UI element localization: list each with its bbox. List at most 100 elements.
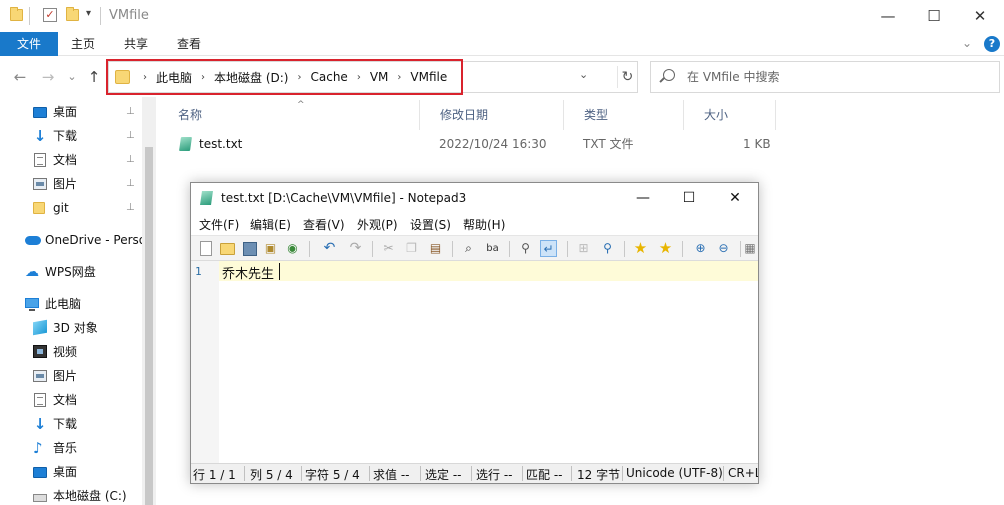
notepad-title: test.txt [D:\Cache\VM\VMfile] - Notepad3 [221, 191, 467, 205]
navigation-bar: ← → ⌄ ↑ › 此电脑 › 本地磁盘 (D:) › Cache › VM ›… [0, 57, 1004, 97]
sidebar-item-desktop[interactable]: 桌面 ⊥ [33, 101, 142, 123]
copy-icon[interactable]: ❐ [403, 240, 420, 257]
sidebar-item-documents[interactable]: 文档 ⊥ [33, 149, 142, 171]
menu-edit[interactable]: 编辑(E) [250, 216, 291, 233]
sidebar-item-music[interactable]: ♪ 音乐 [33, 437, 142, 459]
sidebar-item-3d-objects[interactable]: 3D 对象 [33, 317, 142, 339]
sidebar-item-label: WPS网盘 [45, 265, 96, 279]
reload-icon[interactable]: ◉ [284, 240, 301, 257]
notepad-title-bar[interactable]: test.txt [D:\Cache\VM\VMfile] - Notepad3… [191, 183, 758, 213]
find-icon[interactable]: ⌕ [460, 240, 477, 257]
column-header-modified[interactable]: 修改日期 [420, 100, 564, 130]
favorites-icon[interactable]: ★ [632, 240, 649, 257]
status-separator [369, 466, 370, 481]
status-separator [301, 466, 302, 481]
help-icon[interactable]: ? [984, 36, 1000, 52]
sidebar-item-drive-c[interactable]: 本地磁盘 (C:) [33, 485, 142, 505]
forward-button[interactable]: → [38, 67, 58, 87]
window-title: VMfile [109, 8, 149, 23]
redo-icon[interactable]: ↷ [347, 240, 364, 257]
sidebar-scrollbar[interactable] [142, 97, 156, 505]
search-box[interactable] [650, 61, 1000, 93]
status-line-ending[interactable]: CR+LF [728, 466, 758, 480]
maximize-button[interactable]: ☐ [911, 0, 957, 32]
sort-ascending-icon: ^ [297, 100, 305, 110]
open-file-icon[interactable] [220, 243, 235, 255]
replace-icon[interactable]: ba [484, 240, 501, 257]
editor-text-line[interactable]: 乔木先生 [222, 263, 274, 282]
sidebar-item-pc-downloads[interactable]: ↓ 下载 [33, 413, 142, 435]
quick-access-dropdown-icon[interactable]: ▾ [86, 8, 91, 24]
status-selected-lines: 选行 -- [476, 468, 513, 482]
schema-icon[interactable]: ▦ [744, 240, 756, 257]
search-input[interactable] [687, 68, 987, 86]
sidebar-item-label: 桌面 [53, 465, 78, 479]
minimize-button[interactable]: — [865, 0, 911, 32]
paste-icon[interactable]: ▤ [427, 240, 444, 257]
sidebar-item-label: git [53, 201, 69, 215]
column-header-size[interactable]: 大小 [684, 100, 776, 130]
file-size: 1 KB [743, 137, 771, 151]
status-encoding[interactable]: Unicode (UTF-8) [626, 466, 723, 480]
column-headers: 名称 修改日期 类型 大小 [158, 100, 788, 130]
sidebar-item-pc-desktop[interactable]: 桌面 [33, 461, 142, 483]
sidebar-item-this-pc[interactable]: 此电脑 [25, 293, 142, 315]
close-button[interactable]: ✕ [957, 0, 1003, 32]
picture-icon [33, 178, 47, 190]
notepad-maximize-button[interactable]: ☐ [666, 183, 712, 213]
sidebar-item-pictures[interactable]: 图片 ⊥ [33, 173, 142, 195]
up-button[interactable]: ↑ [84, 67, 104, 87]
file-type: TXT 文件 [583, 137, 634, 151]
notepad-close-button[interactable]: ✕ [712, 183, 758, 213]
notepad-minimize-button[interactable]: — [620, 183, 666, 213]
sidebar-item-downloads[interactable]: ↓ 下载 ⊥ [33, 125, 142, 147]
tab-view-icon[interactable]: ⊞ [575, 240, 592, 257]
undo-icon[interactable]: ↶ [321, 240, 338, 257]
folder-icon [33, 202, 45, 214]
properties-icon[interactable]: ✓ [43, 8, 57, 22]
zoom-in-icon[interactable]: ⊕ [692, 240, 709, 257]
address-dropdown-icon[interactable]: ⌄ [579, 68, 588, 81]
toolbar-separator [624, 241, 625, 257]
address-highlight-box [106, 59, 463, 95]
menu-view[interactable]: 查看(V) [303, 216, 345, 233]
sidebar-item-pc-documents[interactable]: 文档 [33, 389, 142, 411]
go-to-icon[interactable]: ⚲ [599, 240, 616, 257]
cut-icon[interactable]: ✂ [380, 240, 397, 257]
zoom-out-icon[interactable]: ⊖ [715, 240, 732, 257]
sidebar-item-videos[interactable]: 视频 [33, 341, 142, 363]
pin-icon: ⊥ [126, 130, 135, 141]
back-button[interactable]: ← [10, 67, 30, 87]
menu-appearance[interactable]: 外观(P) [357, 216, 398, 233]
save-as-icon[interactable]: ▣ [262, 240, 279, 257]
tab-home[interactable]: 主页 [58, 32, 108, 56]
file-row[interactable]: test.txt 2022/10/24 16:30 TXT 文件 1 KB [158, 133, 778, 155]
drive-icon [33, 494, 47, 502]
column-header-name[interactable]: 名称 [158, 100, 420, 130]
column-header-type[interactable]: 类型 [564, 100, 684, 130]
word-wrap-icon[interactable]: ↵ [540, 240, 557, 257]
new-folder-icon[interactable] [66, 7, 79, 21]
sidebar-item-git[interactable]: git ⊥ [33, 197, 142, 219]
menu-help[interactable]: 帮助(H) [463, 216, 505, 233]
refresh-button[interactable]: ↻ [617, 66, 637, 88]
status-line: 行 1 / 1 [193, 468, 236, 482]
zoom-find-icon[interactable]: ⚲ [517, 240, 534, 257]
menu-settings[interactable]: 设置(S) [410, 216, 451, 233]
new-file-icon[interactable] [200, 241, 212, 256]
sidebar-item-pc-pictures[interactable]: 图片 [33, 365, 142, 387]
save-icon[interactable] [243, 242, 257, 256]
sidebar-item-label: 本地磁盘 (C:) [53, 489, 127, 503]
tab-view[interactable]: 查看 [163, 32, 215, 56]
add-favorite-icon[interactable]: ★ [657, 240, 674, 257]
tab-file[interactable]: 文件 [0, 32, 58, 56]
recent-locations-button[interactable]: ⌄ [62, 67, 82, 87]
sidebar-item-wps[interactable]: ☁ WPS网盘 [25, 261, 142, 283]
pin-icon: ⊥ [126, 106, 135, 117]
tab-share[interactable]: 共享 [110, 32, 162, 56]
sidebar-item-onedrive[interactable]: OneDrive - Perso [25, 229, 142, 251]
toolbar-separator [740, 241, 741, 257]
expand-ribbon-icon[interactable]: ⌄ [962, 36, 972, 50]
scrollbar-thumb[interactable] [145, 147, 153, 505]
menu-file[interactable]: 文件(F) [199, 216, 239, 233]
